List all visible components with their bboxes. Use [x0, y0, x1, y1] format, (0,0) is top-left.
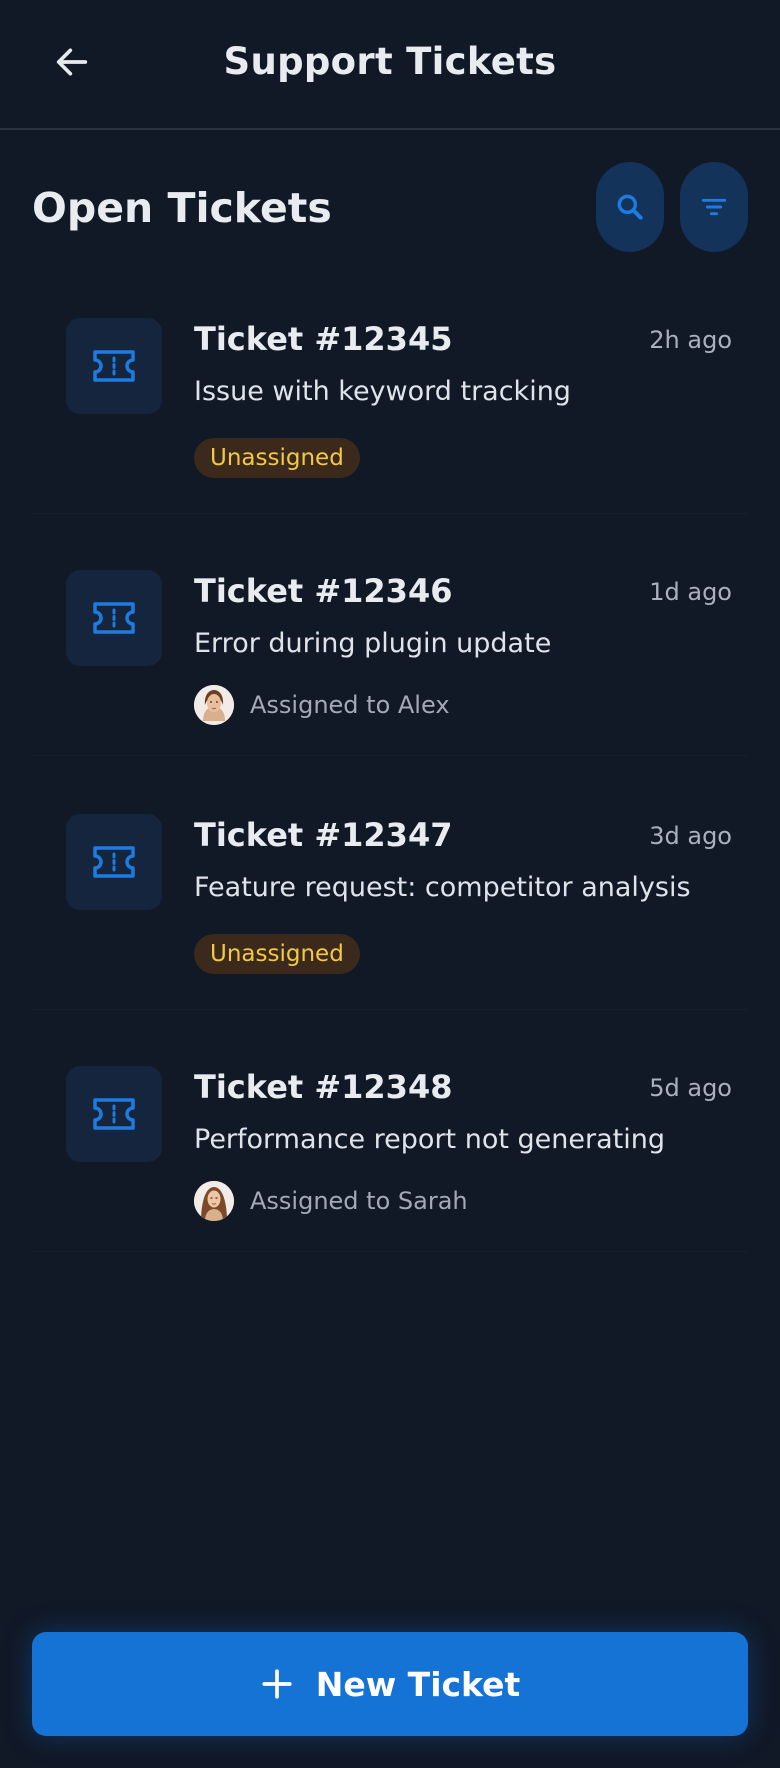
new-ticket-label: New Ticket	[315, 1664, 521, 1704]
ticket-id: Ticket #12347	[194, 816, 453, 854]
ticket-subject: Error during plugin update	[194, 628, 552, 659]
ticket-item[interactable]: Ticket #12348 5d ago Performance report …	[32, 1040, 748, 1252]
filter-button[interactable]	[680, 162, 748, 252]
assignee-label: Assigned to Alex	[250, 691, 450, 719]
plus-icon	[262, 1669, 292, 1699]
ticket-icon	[93, 350, 135, 382]
filter-icon	[701, 198, 727, 216]
ticket-id: Ticket #12345	[194, 320, 453, 358]
status-badge: Unassigned	[194, 438, 360, 478]
ticket-item[interactable]: Ticket #12346 1d ago Error during plugin…	[32, 544, 748, 756]
new-ticket-button[interactable]: New Ticket	[32, 1632, 748, 1736]
ticket-subject: Issue with keyword tracking	[194, 376, 571, 407]
top-app-bar: Support Tickets	[0, 0, 780, 130]
avatar	[194, 685, 234, 725]
ticket-icon-box	[66, 318, 162, 414]
support-tickets-screen: Support Tickets Open Tickets Ticket #123…	[0, 0, 780, 1768]
ticket-icon-box	[66, 570, 162, 666]
ticket-icon	[93, 1098, 135, 1130]
search-button[interactable]	[596, 162, 664, 252]
assignee-row: Assigned to Sarah	[194, 1180, 468, 1222]
ticket-id: Ticket #12346	[194, 572, 453, 610]
avatar	[194, 1181, 234, 1221]
ticket-icon-box	[66, 814, 162, 910]
search-icon	[617, 194, 643, 220]
ticket-id: Ticket #12348	[194, 1068, 453, 1106]
assignee-row: Assigned to Alex	[194, 684, 450, 726]
ticket-time: 5d ago	[649, 1074, 732, 1102]
status-badge: Unassigned	[194, 934, 360, 974]
ticket-item[interactable]: Ticket #12347 3d ago Feature request: co…	[32, 788, 748, 1010]
ticket-time: 3d ago	[649, 822, 732, 850]
ticket-item[interactable]: Ticket #12345 2h ago Issue with keyword …	[32, 292, 748, 514]
ticket-subject: Feature request: competitor analysis	[194, 872, 691, 903]
ticket-time: 1d ago	[649, 578, 732, 606]
ticket-subject: Performance report not generating	[194, 1124, 665, 1155]
section-title: Open Tickets	[32, 184, 332, 232]
assignee-label: Assigned to Sarah	[250, 1187, 468, 1215]
page-title: Support Tickets	[223, 40, 557, 83]
ticket-time: 2h ago	[649, 326, 732, 354]
ticket-icon	[93, 602, 135, 634]
ticket-icon	[93, 846, 135, 878]
ticket-icon-box	[66, 1066, 162, 1162]
